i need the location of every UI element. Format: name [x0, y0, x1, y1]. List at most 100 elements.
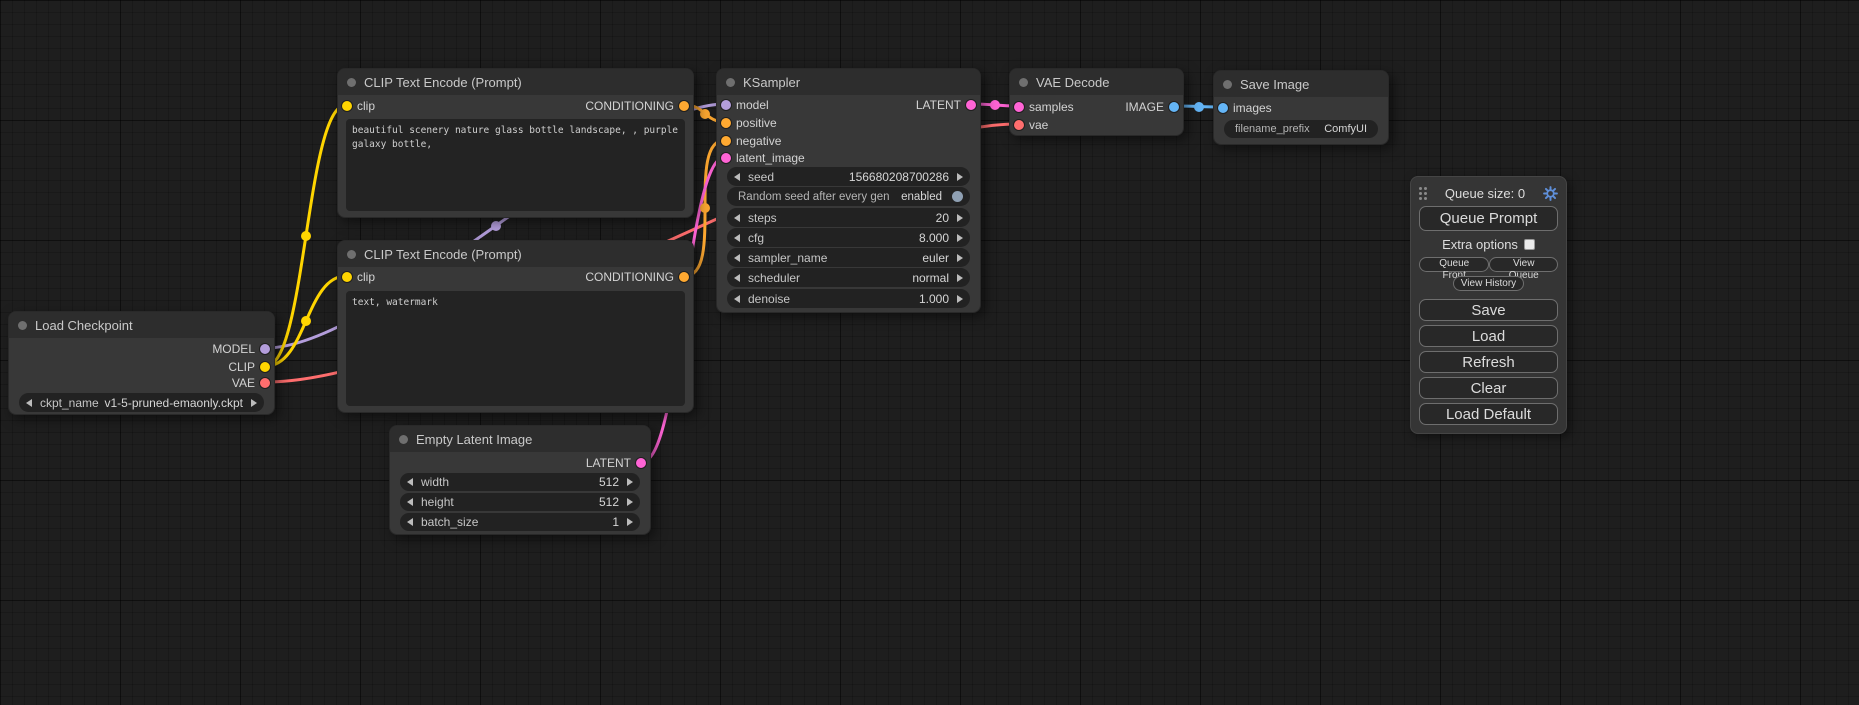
output-slot-conditioning[interactable]: CONDITIONING — [585, 99, 689, 113]
output-slot-model[interactable]: MODEL — [212, 342, 270, 356]
latent-output-dot[interactable] — [966, 100, 976, 110]
vae-output-dot[interactable] — [260, 378, 270, 388]
node-title-bar[interactable]: Empty Latent Image — [390, 426, 650, 452]
decrement-arrow-icon[interactable] — [734, 173, 740, 181]
increment-arrow-icon[interactable] — [957, 274, 963, 282]
input-slot-model[interactable]: model — [721, 98, 769, 112]
filename-prefix-widget[interactable]: filename_prefix ComfyUI — [1224, 120, 1378, 138]
input-slot-images[interactable]: images — [1218, 101, 1272, 115]
drag-handle-icon[interactable] — [1419, 186, 1428, 200]
input-slot-vae[interactable]: vae — [1014, 118, 1048, 132]
width-widget[interactable]: width 512 — [400, 473, 640, 491]
node-status-dot — [1019, 78, 1028, 87]
images-input-dot[interactable] — [1218, 103, 1228, 113]
widget-value: 156680208700286 — [849, 170, 949, 184]
node-title-bar[interactable]: VAE Decode — [1010, 69, 1183, 95]
node-title-bar[interactable]: Save Image — [1214, 71, 1388, 97]
input-slot-negative[interactable]: negative — [721, 134, 781, 148]
increment-arrow-icon[interactable] — [957, 254, 963, 262]
queue-menu[interactable]: Queue size: 0 Queue Prompt Extra options — [1410, 176, 1567, 434]
load-button[interactable]: Load — [1419, 325, 1558, 347]
queue-prompt-button[interactable]: Queue Prompt — [1419, 206, 1558, 231]
increment-arrow-icon[interactable] — [957, 214, 963, 222]
positive-prompt-textarea[interactable]: beautiful scenery nature glass bottle la… — [346, 119, 685, 211]
ckpt-name-widget[interactable]: ckpt_name v1-5-pruned-emaonly.ckpt — [19, 393, 264, 412]
refresh-button[interactable]: Refresh — [1419, 351, 1558, 373]
input-slot-positive[interactable]: positive — [721, 116, 777, 130]
decrement-arrow-icon[interactable] — [407, 478, 413, 486]
random-seed-toggle-widget[interactable]: Random seed after every gen enabled — [727, 187, 970, 206]
view-history-button[interactable]: View History — [1453, 276, 1524, 291]
increment-arrow-icon[interactable] — [957, 234, 963, 242]
view-queue-button[interactable]: View Queue — [1489, 257, 1558, 272]
image-output-dot[interactable] — [1169, 102, 1179, 112]
slot-label: clip — [357, 99, 375, 113]
decrement-arrow-icon[interactable] — [734, 274, 740, 282]
node-load-checkpoint[interactable]: Load Checkpoint MODEL CLIP VAE ckpt_name… — [8, 311, 275, 415]
output-slot-latent[interactable]: LATENT — [916, 98, 976, 112]
increment-arrow-icon[interactable] — [251, 399, 257, 407]
height-widget[interactable]: height 512 — [400, 493, 640, 511]
decrement-arrow-icon[interactable] — [734, 214, 740, 222]
input-slot-clip[interactable]: clip — [342, 99, 375, 113]
toggle-icon[interactable] — [952, 191, 963, 202]
output-slot-clip[interactable]: CLIP — [228, 360, 270, 374]
cfg-widget[interactable]: cfg 8.000 — [727, 228, 970, 247]
node-title-bar[interactable]: CLIP Text Encode (Prompt) — [338, 241, 693, 267]
negative-prompt-textarea[interactable]: text, watermark — [346, 291, 685, 406]
negative-input-dot[interactable] — [721, 136, 731, 146]
node-save-image[interactable]: Save Image images filename_prefix ComfyU… — [1213, 70, 1389, 145]
load-default-button[interactable]: Load Default — [1419, 403, 1558, 425]
node-clip-text-encode-positive[interactable]: CLIP Text Encode (Prompt) clip CONDITION… — [337, 68, 694, 218]
samples-input-dot[interactable] — [1014, 102, 1024, 112]
node-title-bar[interactable]: CLIP Text Encode (Prompt) — [338, 69, 693, 95]
output-slot-vae[interactable]: VAE — [232, 376, 270, 390]
decrement-arrow-icon[interactable] — [734, 295, 740, 303]
increment-arrow-icon[interactable] — [627, 478, 633, 486]
node-title-bar[interactable]: KSampler — [717, 69, 980, 95]
node-ksampler[interactable]: KSampler model positive negative latent_… — [716, 68, 981, 313]
clip-output-dot[interactable] — [260, 362, 270, 372]
increment-arrow-icon[interactable] — [627, 498, 633, 506]
settings-gear-icon[interactable] — [1542, 185, 1558, 201]
model-input-dot[interactable] — [721, 100, 731, 110]
node-vae-decode[interactable]: VAE Decode samples vae IMAGE — [1009, 68, 1184, 136]
scheduler-widget[interactable]: scheduler normal — [727, 268, 970, 287]
positive-input-dot[interactable] — [721, 118, 731, 128]
steps-widget[interactable]: steps 20 — [727, 208, 970, 227]
clip-input-dot[interactable] — [342, 272, 352, 282]
clip-input-dot[interactable] — [342, 101, 352, 111]
increment-arrow-icon[interactable] — [957, 295, 963, 303]
node-empty-latent-image[interactable]: Empty Latent Image LATENT width 512 heig… — [389, 425, 651, 535]
queue-front-button[interactable]: Queue Front — [1419, 257, 1489, 272]
input-slot-latent-image[interactable]: latent_image — [721, 151, 805, 165]
save-button[interactable]: Save — [1419, 299, 1558, 321]
decrement-arrow-icon[interactable] — [26, 399, 32, 407]
node-clip-text-encode-negative[interactable]: CLIP Text Encode (Prompt) clip CONDITION… — [337, 240, 694, 413]
sampler-name-widget[interactable]: sampler_name euler — [727, 248, 970, 267]
decrement-arrow-icon[interactable] — [407, 518, 413, 526]
denoise-widget[interactable]: denoise 1.000 — [727, 289, 970, 308]
extra-options-checkbox[interactable] — [1524, 239, 1535, 250]
decrement-arrow-icon[interactable] — [734, 254, 740, 262]
input-slot-clip[interactable]: clip — [342, 270, 375, 284]
output-slot-image[interactable]: IMAGE — [1125, 100, 1179, 114]
latent-image-input-dot[interactable] — [721, 153, 731, 163]
increment-arrow-icon[interactable] — [627, 518, 633, 526]
batch-size-widget[interactable]: batch_size 1 — [400, 513, 640, 531]
decrement-arrow-icon[interactable] — [407, 498, 413, 506]
node-title-bar[interactable]: Load Checkpoint — [9, 312, 274, 338]
output-slot-conditioning[interactable]: CONDITIONING — [585, 270, 689, 284]
model-output-dot[interactable] — [260, 344, 270, 354]
output-slot-latent[interactable]: LATENT — [586, 456, 646, 470]
conditioning-output-dot[interactable] — [679, 101, 689, 111]
vae-input-dot[interactable] — [1014, 120, 1024, 130]
seed-widget[interactable]: seed 156680208700286 — [727, 167, 970, 186]
node-graph-canvas[interactable]: Load Checkpoint MODEL CLIP VAE ckpt_name… — [0, 0, 1859, 705]
decrement-arrow-icon[interactable] — [734, 234, 740, 242]
latent-output-dot[interactable] — [636, 458, 646, 468]
clear-button[interactable]: Clear — [1419, 377, 1558, 399]
increment-arrow-icon[interactable] — [957, 173, 963, 181]
input-slot-samples[interactable]: samples — [1014, 100, 1074, 114]
conditioning-output-dot[interactable] — [679, 272, 689, 282]
